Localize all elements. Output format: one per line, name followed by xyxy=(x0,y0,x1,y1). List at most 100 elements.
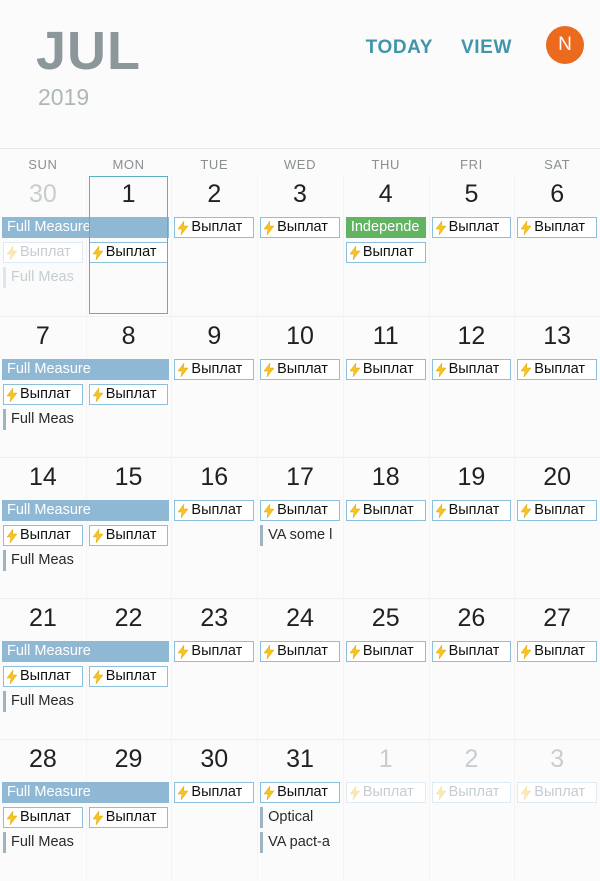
day-cell-21[interactable]: 21 xyxy=(0,603,86,633)
calendar-event[interactable]: Выплат xyxy=(88,666,169,687)
day-cell-20[interactable]: 20 xyxy=(514,462,600,492)
calendar-event[interactable]: Optical xyxy=(260,807,340,828)
bolt-icon xyxy=(177,362,189,377)
calendar-event[interactable]: Выплат xyxy=(345,359,426,380)
event-label: Выплат xyxy=(191,502,243,518)
day-cell-7[interactable]: 7 xyxy=(0,321,86,351)
day-cell-14[interactable]: 14 xyxy=(0,462,86,492)
weekday-mon: MON xyxy=(112,157,145,172)
calendar-event[interactable]: VA some l xyxy=(260,525,340,546)
calendar-event[interactable]: Выплат xyxy=(431,641,512,662)
app-header: JUL 2019 TODAY VIEW N xyxy=(0,0,600,148)
calendar-event[interactable]: Выплат xyxy=(88,242,169,263)
day-number-row: 28 29 30 31 1 2 3 xyxy=(0,740,600,778)
event-label: Выплат xyxy=(534,219,586,235)
calendar-event[interactable]: Выплат xyxy=(174,500,255,521)
day-cell-27[interactable]: 27 xyxy=(514,603,600,633)
calendar-event[interactable]: VA pact-a xyxy=(260,832,340,853)
day-cell-16[interactable]: 16 xyxy=(171,462,257,492)
day-cell-3[interactable]: 3 xyxy=(257,179,343,209)
calendar-event[interactable]: Full Meas xyxy=(3,409,83,430)
day-cell-12[interactable]: 12 xyxy=(429,321,515,351)
calendar-event[interactable]: Full Meas xyxy=(3,267,83,288)
calendar-event[interactable]: Выплат xyxy=(260,359,340,380)
calendar-event[interactable]: Выплат xyxy=(174,359,255,380)
calendar-event[interactable]: Выплат xyxy=(260,500,340,521)
day-cell-30[interactable]: 30 xyxy=(171,744,257,774)
calendar-event[interactable]: Full Measure xyxy=(2,641,170,662)
bolt-icon xyxy=(520,362,532,377)
calendar-event[interactable]: Выплат xyxy=(517,500,597,521)
calendar-event[interactable]: Выплат xyxy=(260,217,340,238)
calendar-event[interactable]: Выплат xyxy=(517,641,597,662)
calendar-event[interactable]: Выплат xyxy=(431,782,512,803)
view-button[interactable]: VIEW xyxy=(447,33,526,63)
calendar-event[interactable]: Выплат xyxy=(88,384,169,405)
day-cell-22[interactable]: 22 xyxy=(86,603,172,633)
day-cell-17[interactable]: 17 xyxy=(257,462,343,492)
calendar-event[interactable]: Выплат xyxy=(345,641,426,662)
calendar-event[interactable]: Выплат xyxy=(260,641,340,662)
calendar-event[interactable]: Full Measure xyxy=(2,782,170,803)
day-cell-18[interactable]: 18 xyxy=(343,462,429,492)
day-cell-8[interactable]: 8 xyxy=(86,321,172,351)
avatar[interactable]: N xyxy=(546,26,584,64)
calendar-event[interactable]: Выплат xyxy=(174,641,255,662)
day-cell-1[interactable]: 1 xyxy=(86,179,172,209)
day-cell-19[interactable]: 19 xyxy=(429,462,515,492)
calendar-event[interactable]: Full Meas xyxy=(3,550,83,571)
calendar-event[interactable]: Выплат xyxy=(517,782,597,803)
calendar-event[interactable]: Выплат xyxy=(260,782,340,803)
day-cell-2[interactable]: 2 xyxy=(171,179,257,209)
day-cell-10[interactable]: 10 xyxy=(257,321,343,351)
calendar-event[interactable]: Выплат xyxy=(431,500,512,521)
bolt-icon xyxy=(349,785,361,800)
calendar-event[interactable]: Выплат xyxy=(3,242,83,263)
year-label: 2019 xyxy=(38,84,90,110)
day-cell-4[interactable]: 4 xyxy=(343,179,429,209)
calendar-event[interactable]: Выплат xyxy=(345,500,426,521)
calendar-event[interactable]: Выплат xyxy=(431,359,512,380)
calendar-event[interactable]: Выплат xyxy=(345,782,426,803)
day-cell-1[interactable]: 1 xyxy=(343,744,429,774)
day-cell-31[interactable]: 31 xyxy=(257,744,343,774)
bolt-icon xyxy=(349,362,361,377)
calendar-event[interactable]: Выплат xyxy=(3,807,83,828)
calendar-event[interactable]: Выплат xyxy=(174,782,255,803)
calendar-event[interactable]: Выплат xyxy=(174,217,255,238)
calendar-event[interactable]: Full Meas xyxy=(3,691,83,712)
day-cell-3[interactable]: 3 xyxy=(514,744,600,774)
calendar-event[interactable]: Выплат xyxy=(345,242,426,263)
day-cell-9[interactable]: 9 xyxy=(171,321,257,351)
day-cell-25[interactable]: 25 xyxy=(343,603,429,633)
day-cell-6[interactable]: 6 xyxy=(514,179,600,209)
day-cell-13[interactable]: 13 xyxy=(514,321,600,351)
calendar-event[interactable]: Выплат xyxy=(3,384,83,405)
bolt-icon xyxy=(92,387,104,402)
calendar-event[interactable]: Выплат xyxy=(431,217,512,238)
calendar-event[interactable]: Выплат xyxy=(88,525,169,546)
calendar-event[interactable]: Full Meas xyxy=(3,832,83,853)
day-cell-30[interactable]: 30 xyxy=(0,179,86,209)
day-cell-11[interactable]: 11 xyxy=(343,321,429,351)
day-cell-23[interactable]: 23 xyxy=(171,603,257,633)
calendar-event[interactable]: Выплат xyxy=(3,666,83,687)
calendar-event[interactable]: Full Measure xyxy=(2,217,170,238)
bolt-icon xyxy=(177,785,189,800)
event-label: Выплат xyxy=(534,784,586,800)
calendar-event[interactable]: Выплат xyxy=(88,807,169,828)
day-cell-2[interactable]: 2 xyxy=(429,744,515,774)
calendar-event[interactable]: Выплат xyxy=(517,359,597,380)
calendar-event[interactable]: Independe xyxy=(345,217,426,238)
today-button[interactable]: TODAY xyxy=(352,33,447,63)
day-cell-24[interactable]: 24 xyxy=(257,603,343,633)
day-cell-26[interactable]: 26 xyxy=(429,603,515,633)
calendar-event[interactable]: Full Measure xyxy=(2,359,170,380)
day-cell-28[interactable]: 28 xyxy=(0,744,86,774)
day-cell-15[interactable]: 15 xyxy=(86,462,172,492)
calendar-event[interactable]: Full Measure xyxy=(2,500,170,521)
calendar-event[interactable]: Выплат xyxy=(517,217,597,238)
day-cell-29[interactable]: 29 xyxy=(86,744,172,774)
day-cell-5[interactable]: 5 xyxy=(429,179,515,209)
calendar-event[interactable]: Выплат xyxy=(3,525,83,546)
